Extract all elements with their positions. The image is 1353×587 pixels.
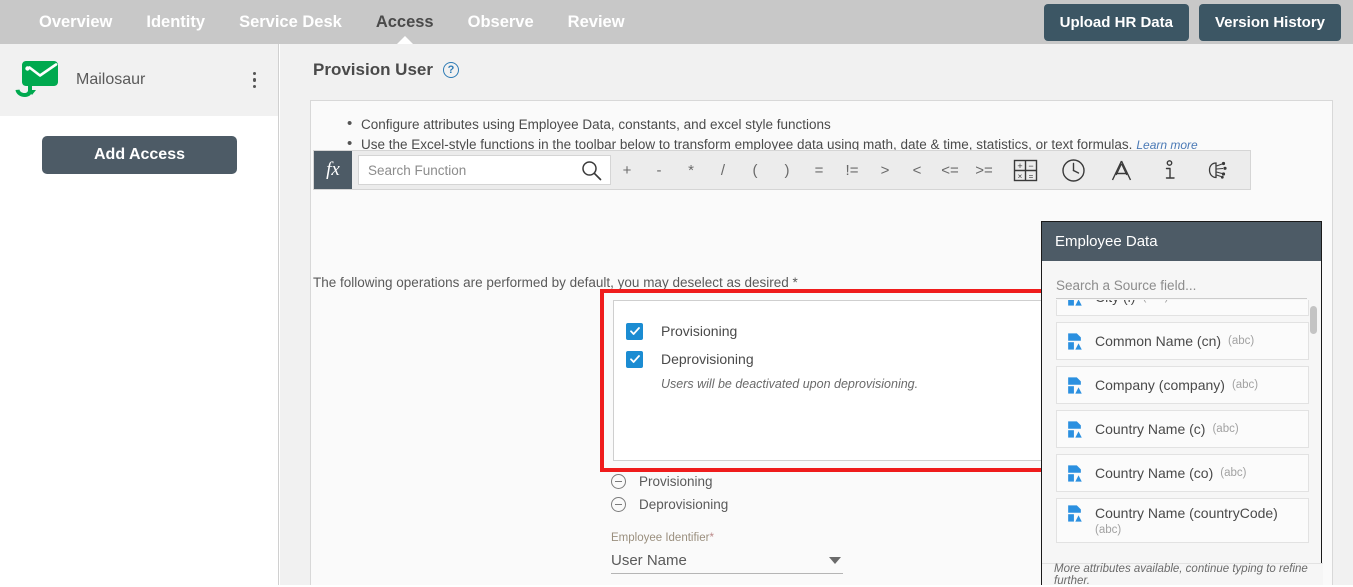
svg-text:+: + (1017, 161, 1022, 171)
list-item-type: (abc) (1212, 423, 1239, 435)
list-item[interactable]: Country Name (co) (abc) (1056, 454, 1309, 492)
operator-less-equal[interactable]: <= (933, 151, 967, 189)
mailosaur-dino-envelope-logo-icon (14, 61, 60, 99)
operator-greater-equal[interactable]: >= (967, 151, 1001, 189)
operator-open-paren[interactable]: ( (739, 151, 771, 189)
operator-plus[interactable]: + (611, 151, 643, 189)
default-operations-note: The following operations are performed b… (313, 275, 798, 290)
checkbox-deprovisioning[interactable] (626, 350, 643, 368)
fx-function-badge-icon[interactable]: fx (314, 151, 352, 189)
checkbox-label-deprovisioning: Deprovisioning (661, 351, 754, 367)
version-history-button[interactable]: Version History (1198, 3, 1341, 41)
section-label-provisioning: Provisioning (639, 474, 713, 489)
info-statistics-icon[interactable] (1145, 151, 1193, 189)
list-item[interactable]: Country Name (c) (abc) (1056, 410, 1309, 448)
list-item-type: (abc) (1220, 467, 1247, 479)
chevron-down-icon[interactable] (829, 557, 841, 564)
nav-item-overview[interactable]: Overview (22, 0, 129, 44)
operator-multiply[interactable]: * (675, 151, 707, 189)
operator-close-paren[interactable]: ) (771, 151, 803, 189)
bullet-configure-attributes: Configure attributes using Employee Data… (347, 114, 1332, 135)
formula-toolbar: fx + - * / ( ) = != > < <= >= + − × = (313, 150, 1251, 190)
search-function-field (358, 155, 611, 185)
upload-hr-data-button[interactable]: Upload HR Data (1043, 3, 1189, 41)
list-item[interactable]: Company (company) (abc) (1056, 366, 1309, 404)
checkbox-provisioning[interactable] (626, 322, 643, 340)
nav-item-service-desk[interactable]: Service Desk (222, 0, 359, 44)
nav-item-identity[interactable]: Identity (129, 0, 222, 44)
employee-data-list[interactable]: City (l) (abc) Common Name (cn) (abc) Co… (1042, 300, 1323, 562)
brain-ai-icon[interactable] (1193, 151, 1241, 189)
magnifier-icon[interactable] (581, 160, 602, 186)
list-item-label: Company (company) (1095, 376, 1225, 393)
operator-divide[interactable]: / (707, 151, 739, 189)
page-title: Provision User (313, 60, 433, 79)
calculator-math-icon[interactable]: + − × = (1001, 151, 1049, 189)
list-item-label: Country Name (c) (1095, 420, 1206, 437)
list-item[interactable]: City (l) (abc) (1056, 300, 1309, 316)
list-item-type: (abc) (1142, 300, 1168, 303)
employee-identifier-select[interactable]: User Name (611, 548, 843, 574)
employee-data-search-field (1056, 273, 1307, 299)
operator-less-than[interactable]: < (901, 151, 933, 189)
source-field-icon (1067, 505, 1085, 522)
kebab-menu-icon[interactable] (247, 68, 263, 93)
employee-data-search-input[interactable] (1056, 273, 1307, 297)
nav-item-observe[interactable]: Observe (451, 0, 551, 44)
nav-items: Overview Identity Service Desk Access Ob… (22, 0, 642, 44)
section-header-deprovisioning[interactable]: Deprovisioning (611, 497, 728, 512)
list-item-label: Country Name (countryCode) (1095, 505, 1278, 521)
text-letter-a-icon[interactable] (1097, 151, 1145, 189)
page-title-row: Provision User ? (280, 44, 1353, 80)
vertical-scrollbar-thumb-icon[interactable] (1310, 306, 1317, 334)
operator-greater-than[interactable]: > (869, 151, 901, 189)
svg-text:=: = (1028, 172, 1033, 181)
source-field-icon (1067, 300, 1085, 306)
list-item-label: Common Name (cn) (1095, 332, 1222, 349)
list-item-label: City (l) (1095, 300, 1135, 306)
svg-text:−: − (1028, 161, 1033, 171)
source-field-icon (1067, 332, 1085, 350)
source-field-icon (1067, 376, 1085, 394)
nav-item-review[interactable]: Review (551, 0, 642, 44)
employee-data-panel: Employee Data City (l) (abc) Common Name… (1041, 221, 1323, 587)
operator-not-equals[interactable]: != (835, 151, 869, 189)
add-access-button[interactable]: Add Access (42, 136, 237, 174)
employee-identifier-label: Employee Identifier* (611, 532, 714, 544)
list-item-label: Country Name (co) (1095, 464, 1214, 481)
operator-equals[interactable]: = (803, 151, 835, 189)
employee-data-scrollbar[interactable] (1310, 306, 1317, 556)
minus-circle-collapse-icon[interactable] (611, 474, 626, 489)
sidebar: Mailosaur Add Access (0, 44, 279, 585)
add-access-wrap: Add Access (0, 116, 278, 174)
employee-data-footer-note: More attributes available, continue typi… (1042, 563, 1323, 587)
list-item-type: (abc) (1231, 379, 1259, 391)
minus-circle-collapse-icon[interactable] (611, 497, 626, 512)
nav-actions: Upload HR Data Version History (1043, 3, 1353, 41)
top-navigation-bar: Overview Identity Service Desk Access Ob… (0, 0, 1353, 44)
source-field-icon (1067, 420, 1085, 438)
employee-data-title: Employee Data (1042, 222, 1321, 261)
instruction-bullets: Configure attributes using Employee Data… (311, 101, 1332, 155)
checkbox-label-provisioning: Provisioning (661, 323, 738, 339)
tenant-row[interactable]: Mailosaur (0, 44, 278, 116)
svg-text:×: × (1017, 172, 1022, 181)
employee-identifier-field: Employee Identifier* User Name (611, 532, 843, 574)
search-function-input[interactable] (368, 157, 578, 183)
list-item-type: (abc) (1228, 335, 1255, 347)
section-label-deprovisioning: Deprovisioning (639, 497, 729, 512)
source-field-icon (1067, 464, 1085, 482)
clock-datetime-icon[interactable] (1049, 151, 1097, 189)
list-item-type: (abc) (1095, 524, 1122, 536)
list-item[interactable]: Country Name (countryCode) (abc) (1056, 498, 1309, 543)
tenant-name: Mailosaur (76, 71, 146, 88)
employee-identifier-value: User Name (611, 552, 687, 569)
nav-item-access[interactable]: Access (359, 0, 451, 44)
section-header-provisioning[interactable]: Provisioning (611, 474, 713, 489)
question-mark-circle-icon[interactable]: ? (443, 62, 459, 78)
list-item[interactable]: Common Name (cn) (abc) (1056, 322, 1309, 360)
operator-minus[interactable]: - (643, 151, 675, 189)
